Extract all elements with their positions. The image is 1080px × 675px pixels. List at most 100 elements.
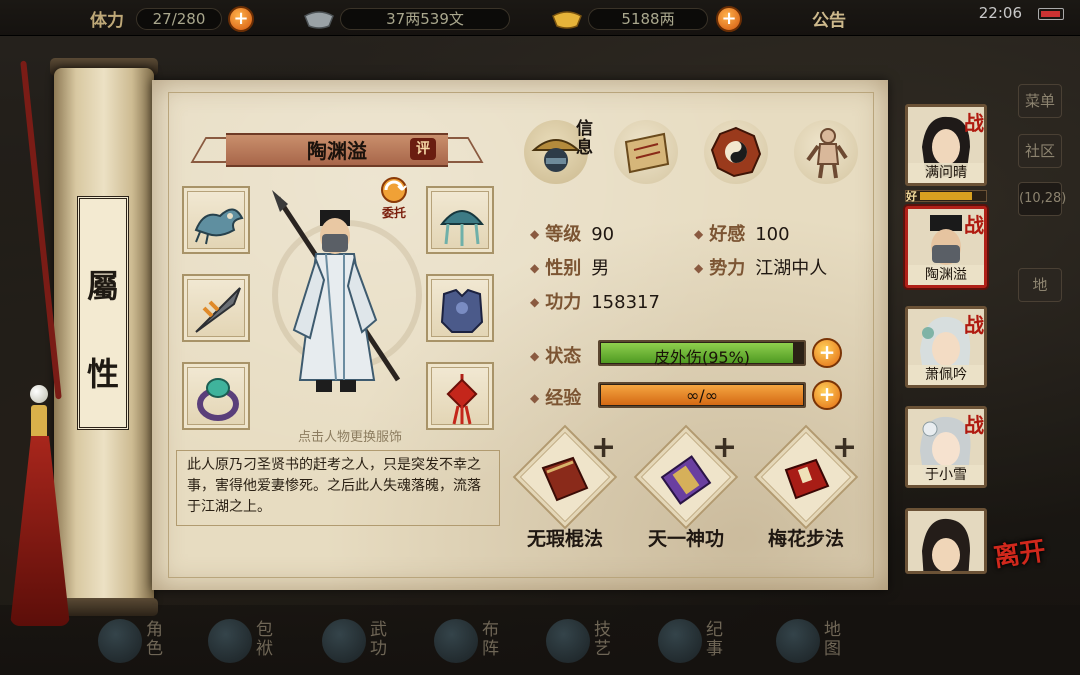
scroll-bag-icon (624, 132, 670, 174)
stat-gender: ◆ 性别男 (530, 258, 610, 279)
attribute-title-box: 屬 性 (77, 196, 129, 430)
red-book-icon (541, 456, 589, 502)
skill-add-icon[interactable]: + (832, 430, 857, 465)
skill-add-icon[interactable]: + (712, 430, 737, 465)
battle-badge: 战 (964, 413, 984, 437)
skill-name: 天一神功 (647, 528, 724, 550)
nav-role[interactable]: 角色 (92, 613, 202, 669)
stat-status: ◆ 状态 (530, 346, 582, 367)
status-bar-text: 皮外伤(95%) (653, 348, 751, 367)
status-label: 状态 (545, 346, 582, 367)
tab-bag[interactable] (614, 120, 678, 184)
avatar (908, 511, 984, 571)
skill-add-icon[interactable]: + (591, 430, 616, 465)
equip-slot-dragon[interactable] (182, 186, 250, 254)
stat-power: ◆ 功力 158317 (530, 292, 660, 313)
roster-name: 萧佩吟 (908, 365, 984, 385)
role-icon (98, 619, 142, 663)
nav-chronicle[interactable]: 纪事 (652, 613, 762, 669)
skill-slot-3[interactable]: + 梅花步法 (746, 424, 866, 556)
gold-value: 5188两 (588, 8, 708, 30)
roster-name: 陶渊溢 (908, 265, 984, 285)
character-portrait[interactable] (270, 190, 410, 420)
bag-icon (208, 619, 252, 663)
favor-tag: 好 (906, 190, 917, 203)
favor-value: 100 (755, 224, 790, 245)
name-banner: 陶渊溢 评 (190, 131, 484, 169)
skill-name: 无瑕棍法 (526, 528, 603, 550)
nav-label: 武功 (370, 620, 387, 659)
rate-button[interactable]: 评 (410, 138, 436, 160)
chinese-knot-icon (446, 374, 478, 425)
gender-label: 性别 (545, 258, 582, 279)
battle-badge: 战 (964, 111, 984, 135)
stat-faction: ◆ 势力 江湖中人 (694, 258, 828, 279)
nav-map[interactable]: 地图 (770, 613, 880, 669)
bottom-navigation: 角色 包袱 武功 布阵 技艺 纪事 地图 (0, 605, 1080, 675)
exp-label: 经验 (545, 388, 582, 409)
gender-value: 男 (591, 258, 610, 279)
level-value: 90 (591, 224, 615, 245)
nav-formation[interactable]: 布阵 (428, 613, 538, 669)
meridian-body-icon (806, 128, 848, 179)
armor-icon (440, 288, 484, 333)
change-outfit-hint: 点击人物更换服饰 (297, 430, 402, 445)
map-side-button[interactable]: 地 (1018, 268, 1062, 302)
status-bar: 皮外伤(95%) (598, 340, 806, 367)
silver-value: 37两539文 (340, 8, 510, 30)
roster-member-5[interactable] (905, 508, 987, 574)
map-icon (776, 619, 820, 663)
leave-button[interactable]: 离开 (992, 536, 1060, 604)
notice-button[interactable]: 公告 (812, 6, 846, 31)
commission-label: 委托 (381, 206, 406, 220)
add-exp-button[interactable]: + (812, 380, 842, 410)
nav-bag[interactable]: 包袱 (202, 613, 312, 669)
nav-label: 包袱 (256, 620, 273, 659)
equip-slot-charm[interactable] (426, 362, 494, 430)
add-stamina-button[interactable]: + (228, 6, 254, 32)
title-char-top: 屬 (86, 267, 119, 305)
community-button[interactable]: 社区 (1018, 134, 1062, 168)
power-value: 158317 (591, 292, 660, 313)
tassel-knot (31, 405, 47, 439)
commission-button[interactable]: 委托 (372, 176, 416, 222)
roster-member-1[interactable]: 战 满问晴 (905, 104, 987, 186)
favor-bar: 好 (905, 190, 987, 203)
stat-exp: ◆ 经验 (530, 388, 582, 409)
tab-meridian[interactable] (794, 120, 858, 184)
nav-label: 角色 (146, 620, 163, 659)
heal-status-button[interactable]: + (812, 338, 842, 368)
silver-ingot-icon (304, 11, 334, 29)
equip-slot-armor[interactable] (426, 274, 494, 342)
equip-slot-ring[interactable] (182, 362, 250, 430)
equip-slot-headgear[interactable] (426, 186, 494, 254)
equip-slot-dart[interactable] (182, 274, 250, 342)
tab-bagua[interactable] (704, 120, 768, 184)
red-tome-icon (784, 458, 830, 500)
menu-button[interactable]: 菜单 (1018, 84, 1062, 118)
nav-label: 地图 (824, 620, 841, 659)
nav-label: 布阵 (482, 620, 499, 659)
power-label: 功力 (545, 292, 582, 313)
books-icon (322, 619, 366, 663)
character-bio: 此人原乃刁圣贤书的赶考之人，只是突发不幸之事，害得他爱妻惨死。之后此人失魂落魄，… (187, 457, 481, 515)
bagua-icon (434, 619, 478, 663)
nav-martial-arts[interactable]: 武功 (316, 613, 426, 669)
skill-slot-1[interactable]: + 无瑕棍法 (505, 424, 625, 556)
tab-info-caption: 信息 (576, 119, 593, 158)
dragon-ornament-icon (194, 208, 244, 245)
roster-member-4[interactable]: 战 于小雪 (905, 406, 987, 488)
battle-badge: 战 (964, 313, 984, 337)
clock: 22:06 (978, 4, 1022, 22)
roster-member-3[interactable]: 战 萧佩吟 (905, 306, 987, 388)
skill-slot-2[interactable]: + 天一神功 (626, 424, 746, 556)
battery-icon (1038, 8, 1064, 20)
nav-skills[interactable]: 技艺 (540, 613, 650, 669)
roster-member-2[interactable]: 战 陶渊溢 (905, 206, 987, 288)
teapot-icon (546, 619, 590, 663)
coords-readout: (10,28) (1018, 182, 1066, 216)
tassel-bead (30, 385, 48, 403)
add-gold-button[interactable]: + (716, 6, 742, 32)
stamina-label: 体力 (90, 11, 124, 31)
battle-badge: 战 (964, 213, 984, 237)
